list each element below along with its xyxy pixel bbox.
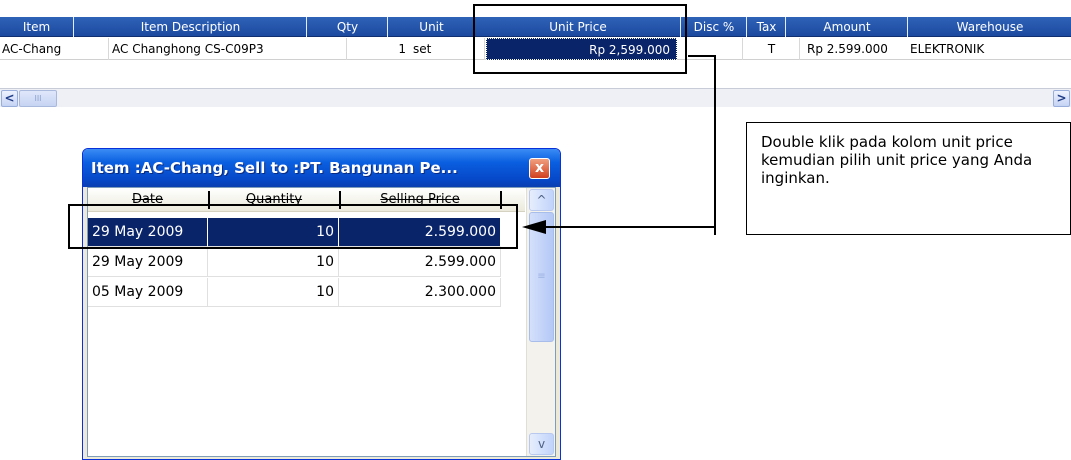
- instruction-note: Double klik pada kolom unit price kemudi…: [746, 122, 1071, 235]
- row-quantity: 10: [208, 278, 339, 307]
- row-selling-price: 2.599.000: [339, 248, 501, 277]
- cell-item[interactable]: AC-Chang: [0, 38, 109, 60]
- scroll-right-icon[interactable]: >: [1053, 90, 1070, 107]
- selected-row-highlight-box: [68, 204, 518, 249]
- price-history-dialog: Item :AC-Chang, Sell to :PT. Bangunan Pe…: [82, 148, 561, 460]
- row-quantity: 10: [208, 248, 339, 277]
- arrow-left-icon: [522, 220, 546, 234]
- row-date: 05 May 2009: [88, 278, 208, 307]
- row-date: 29 May 2009: [88, 248, 208, 277]
- col-qty-header[interactable]: Qty: [308, 17, 388, 37]
- col-unit-header[interactable]: Unit: [389, 17, 475, 37]
- col-item-header[interactable]: Item: [0, 17, 74, 37]
- col-disc-header[interactable]: Disc %: [682, 17, 747, 37]
- dialog-title: Item :AC-Chang, Sell to :PT. Bangunan Pe…: [91, 159, 458, 177]
- col-amount-header[interactable]: Amount: [787, 17, 908, 37]
- connector-line-bottom: [545, 226, 716, 228]
- close-icon[interactable]: x: [529, 158, 550, 179]
- row-selling-price: 2.300.000: [339, 278, 501, 307]
- cell-description[interactable]: AC Changhong CS-C09P3: [110, 38, 347, 60]
- dialog-titlebar[interactable]: Item :AC-Chang, Sell to :PT. Bangunan Pe…: [83, 149, 560, 187]
- connector-line-vertical: [714, 55, 716, 235]
- scroll-left-icon[interactable]: <: [1, 90, 18, 107]
- cell-warehouse[interactable]: ELEKTRONIK: [908, 38, 1071, 60]
- col-warehouse-header[interactable]: Warehouse: [909, 17, 1071, 37]
- cell-amount[interactable]: Rp 2.599.000: [801, 38, 907, 60]
- col-tax-header[interactable]: Tax: [748, 17, 786, 37]
- unit-price-highlight-box: [473, 4, 687, 74]
- instruction-text: Double klik pada kolom unit price kemudi…: [761, 133, 1033, 187]
- cell-qty[interactable]: 1: [348, 38, 410, 60]
- horizontal-scrollbar[interactable]: < III >: [0, 88, 1071, 107]
- scroll-up-icon[interactable]: ^: [529, 189, 554, 211]
- col-description-header[interactable]: Item Description: [75, 17, 307, 37]
- price-row[interactable]: 29 May 2009 10 2.599.000: [88, 248, 525, 277]
- connector-line-top: [688, 55, 715, 57]
- cell-tax[interactable]: T: [744, 38, 800, 60]
- price-row[interactable]: 05 May 2009 10 2.300.000: [88, 278, 525, 307]
- scroll-thumb[interactable]: III: [19, 90, 57, 107]
- scroll-down-icon[interactable]: v: [529, 433, 554, 455]
